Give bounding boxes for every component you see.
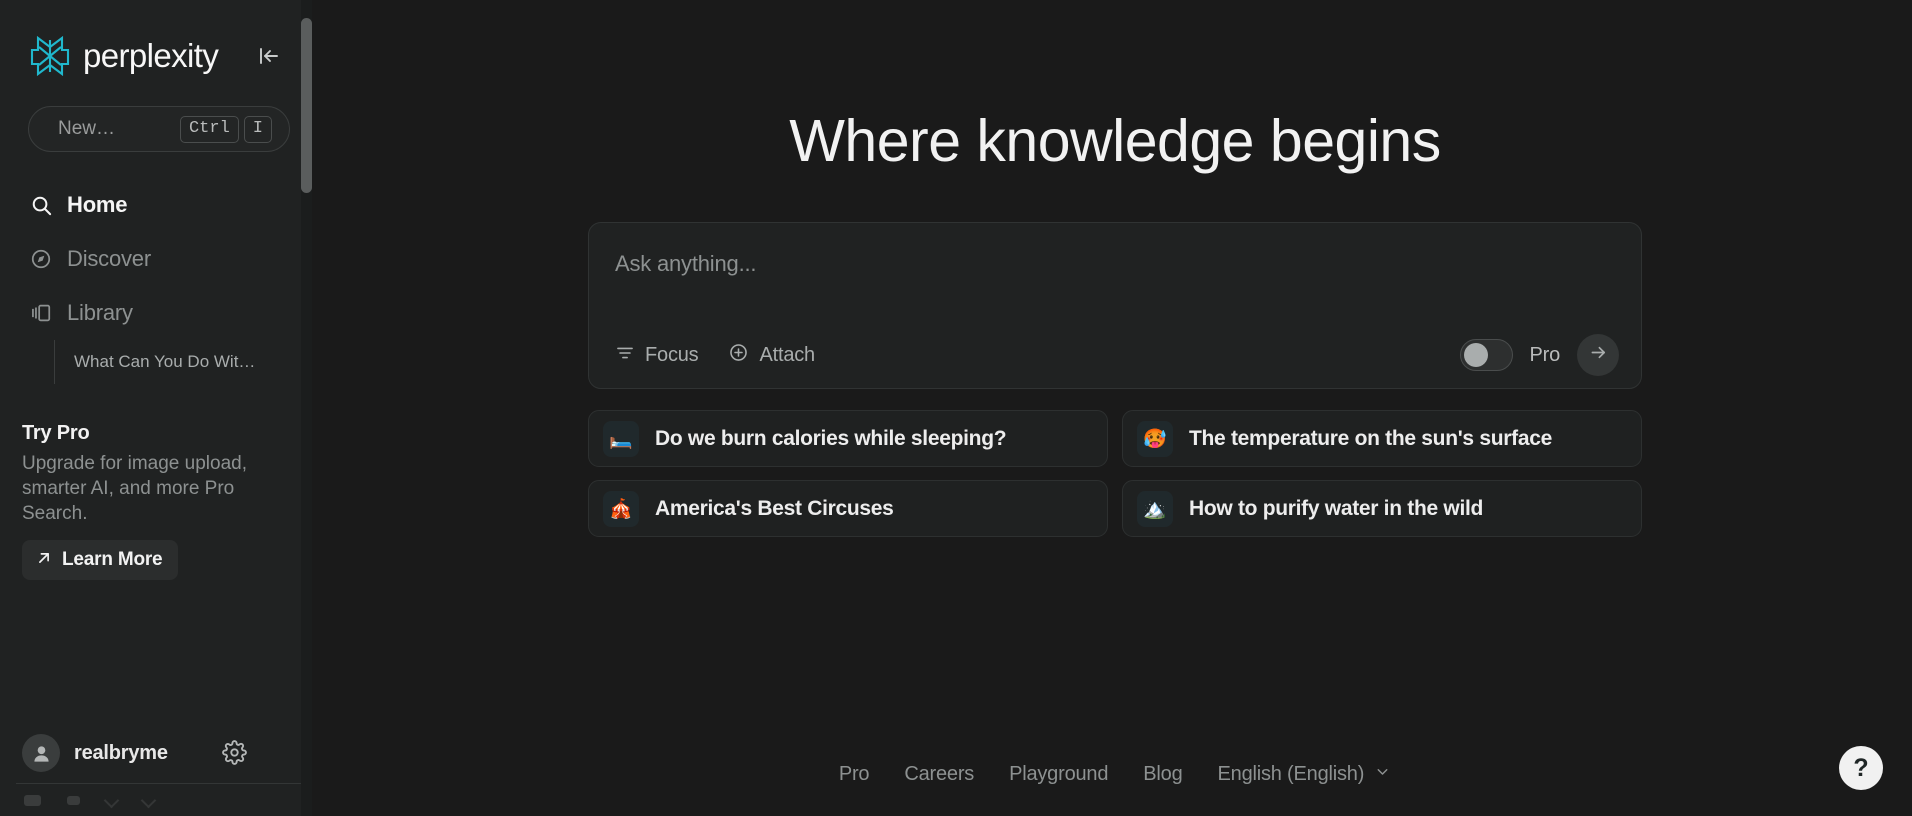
suggestion-label: Do we burn calories while sleeping? <box>655 427 1006 451</box>
mountain-emoji-icon: 🏔️ <box>1137 491 1173 527</box>
suggestion-grid: 🛏️ Do we burn calories while sleeping? 🥵… <box>588 410 1642 537</box>
circus-tent-emoji-icon: 🎪 <box>603 491 639 527</box>
new-thread-button[interactable]: New… Ctrl I <box>28 106 290 152</box>
pro-toggle-knob <box>1464 343 1488 367</box>
search-composer[interactable]: Ask anything... Focus <box>588 222 1642 389</box>
search-icon <box>28 192 54 218</box>
suggestion-card[interactable]: 🛏️ Do we burn calories while sleeping? <box>588 410 1108 467</box>
search-input[interactable]: Ask anything... <box>615 251 756 277</box>
collapse-sidebar-icon[interactable] <box>256 43 282 69</box>
language-label: English (English) <box>1218 763 1365 786</box>
sidebar: perplexity New… Ctrl I <box>0 0 318 816</box>
try-pro-panel: Try Pro Upgrade for image upload, smarte… <box>22 422 292 580</box>
new-thread-shortcut: Ctrl I <box>180 116 272 143</box>
sidebar-scrollbar-thumb[interactable] <box>301 18 312 193</box>
shortcut-key-ctrl: Ctrl <box>180 116 239 143</box>
bed-emoji-icon: 🛏️ <box>603 421 639 457</box>
library-thread-label: What Can You Do Wit… <box>74 352 255 372</box>
compass-icon <box>28 246 54 272</box>
composer-toolbar: Focus Attach P <box>589 322 1641 388</box>
learn-more-button[interactable]: Learn More <box>22 540 178 580</box>
library-thread-item[interactable]: What Can You Do Wit… <box>54 340 318 384</box>
try-pro-description: Upgrade for image upload, smarter AI, an… <box>22 451 262 526</box>
learn-more-label: Learn More <box>62 549 162 571</box>
arrow-up-right-icon <box>35 549 53 572</box>
strip-glyph-two <box>67 796 80 805</box>
pro-toggle-group: Pro <box>1460 334 1619 376</box>
user-name: realbryme <box>74 742 168 765</box>
pro-label: Pro <box>1529 344 1560 367</box>
help-button[interactable]: ? <box>1839 746 1883 790</box>
focus-button[interactable]: Focus <box>615 343 698 368</box>
pro-toggle[interactable] <box>1460 339 1513 371</box>
user-profile-row[interactable]: realbryme <box>0 724 318 782</box>
sidebar-item-discover-label: Discover <box>67 246 151 272</box>
gear-icon[interactable] <box>222 740 248 766</box>
perplexity-logo-icon <box>28 34 72 78</box>
sidebar-item-library[interactable]: Library <box>0 286 318 340</box>
strip-chevron-one <box>104 793 120 809</box>
strip-chevron-two <box>141 793 157 809</box>
suggestion-label: The temperature on the sun's surface <box>1189 427 1552 451</box>
brand-name: perplexity <box>83 37 218 75</box>
try-pro-title: Try Pro <box>22 422 292 445</box>
sidebar-item-library-label: Library <box>67 300 133 326</box>
suggestion-card[interactable]: 🏔️ How to purify water in the wild <box>1122 480 1642 537</box>
sidebar-bottom-strip <box>0 785 318 816</box>
suggestion-card[interactable]: 🥵 The temperature on the sun's surface <box>1122 410 1642 467</box>
main-content: Where knowledge begins Ask anything... F… <box>318 0 1912 816</box>
footer-link-pro[interactable]: Pro <box>839 763 870 786</box>
sidebar-divider <box>16 783 302 784</box>
footer-link-blog[interactable]: Blog <box>1143 763 1182 786</box>
suggestion-label: America's Best Circuses <box>655 497 894 521</box>
footer-link-careers[interactable]: Careers <box>904 763 974 786</box>
sidebar-item-home-label: Home <box>67 192 127 218</box>
sidebar-item-home[interactable]: Home <box>0 178 318 232</box>
strip-glyph-one <box>24 795 41 806</box>
arrow-right-icon <box>1588 342 1609 368</box>
attach-label: Attach <box>759 344 815 367</box>
submit-button[interactable] <box>1577 334 1619 376</box>
sidebar-item-discover[interactable]: Discover <box>0 232 318 286</box>
filter-lines-icon <box>615 343 635 368</box>
footer-link-playground[interactable]: Playground <box>1009 763 1108 786</box>
page-title: Where knowledge begins <box>789 107 1441 175</box>
chevron-down-icon <box>1374 763 1391 785</box>
sidebar-header: perplexity <box>0 0 318 84</box>
library-icon <box>28 300 54 326</box>
suggestion-card[interactable]: 🎪 America's Best Circuses <box>588 480 1108 537</box>
hot-face-emoji-icon: 🥵 <box>1137 421 1173 457</box>
new-thread-label: New… <box>58 118 115 140</box>
attach-button[interactable]: Attach <box>728 342 815 368</box>
suggestion-label: How to purify water in the wild <box>1189 497 1483 521</box>
perplexity-app: perplexity New… Ctrl I <box>0 0 1912 816</box>
user-avatar-icon <box>22 734 60 772</box>
footer: Pro Careers Playground Blog English (Eng… <box>318 732 1912 816</box>
language-selector[interactable]: English (English) <box>1218 763 1392 786</box>
focus-label: Focus <box>645 344 698 367</box>
shortcut-key-i: I <box>244 116 272 143</box>
sidebar-nav: Home Discover <box>0 178 318 384</box>
plus-circle-icon <box>728 342 749 368</box>
help-question-icon: ? <box>1853 746 1868 790</box>
